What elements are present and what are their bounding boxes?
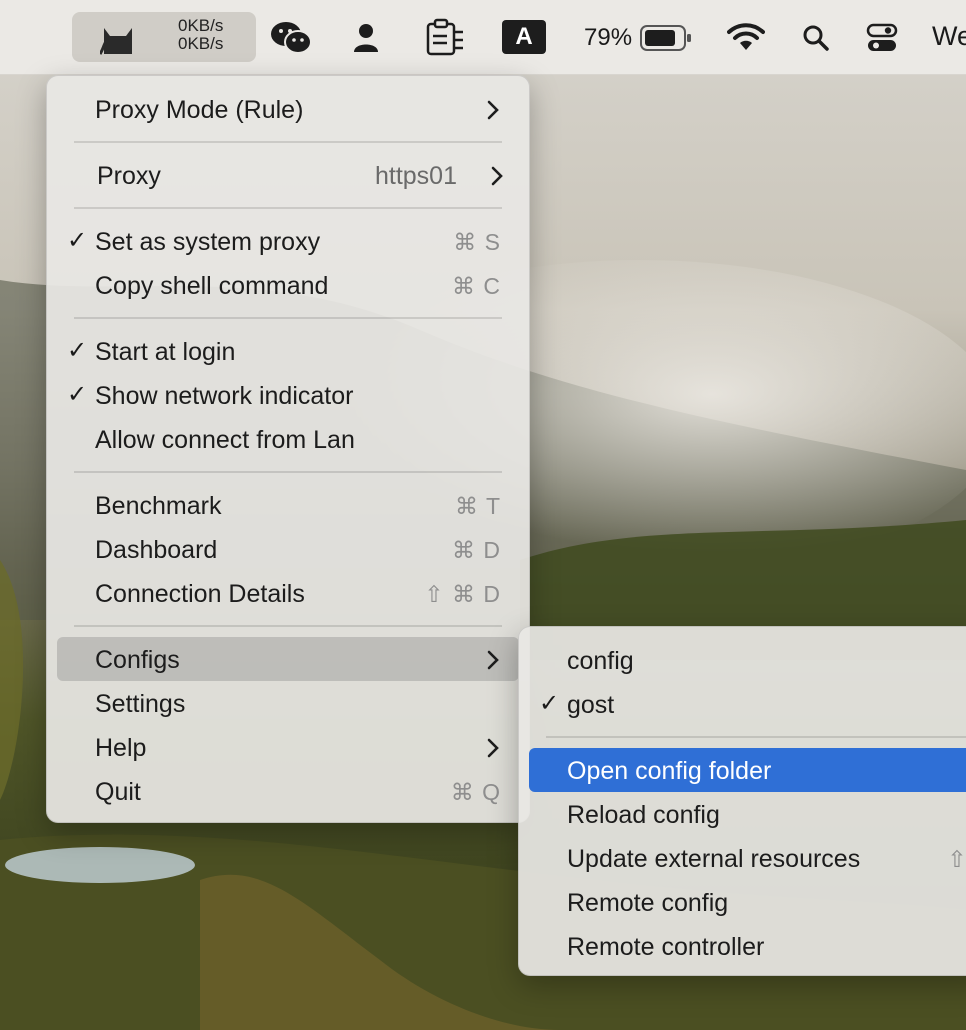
menu-item-label: Benchmark (95, 492, 222, 520)
submenu-item-remote-controller[interactable]: Remote controller (529, 924, 966, 968)
menu-item-label: config (567, 647, 634, 675)
menu-item-label: Set as system proxy (95, 228, 321, 256)
shortcut-label: ⌘ S (453, 229, 501, 255)
search-icon[interactable] (802, 24, 830, 52)
menu-item-label: gost (567, 691, 615, 719)
menu-item-label: Dashboard (95, 536, 218, 564)
menu-separator (74, 141, 502, 143)
menu-item-start-at-login[interactable]: ✓ Start at login (57, 329, 519, 373)
menu-item-label: Update external resources (567, 845, 861, 873)
input-source-icon[interactable]: A (502, 20, 546, 54)
menu-item-label: Configs (95, 646, 180, 674)
checkmark-icon: ✓ (67, 337, 88, 364)
menu-item-label: Reload config (567, 801, 720, 829)
chevron-right-icon (487, 100, 499, 120)
menu-item-help[interactable]: Help (57, 725, 519, 769)
upload-speed: 0KB/s (178, 16, 224, 35)
menu-item-proxy-mode[interactable]: Proxy Mode (Rule) (57, 87, 519, 131)
chevron-right-icon (487, 738, 499, 758)
menu-bar: 0KB/s 0KB/s A 79% We (0, 0, 966, 75)
menu-item-copy-shell-command[interactable]: Copy shell command ⌘ C (57, 263, 519, 307)
menu-item-label: Help (95, 734, 147, 762)
menu-item-quit[interactable]: Quit ⌘ Q (57, 769, 519, 813)
menu-separator (74, 317, 502, 319)
download-speed: 0KB/s (178, 34, 224, 53)
user-icon[interactable] (352, 22, 380, 54)
shortcut-label: ⌘ Q (450, 779, 501, 805)
menu-item-dashboard[interactable]: Dashboard ⌘ D (57, 527, 519, 571)
submenu-item-config[interactable]: config (529, 638, 966, 682)
shortcut-label: ⌘ T (454, 493, 501, 519)
shortcut-label: ⇧ ⌘ D (424, 581, 501, 607)
menu-item-connection-details[interactable]: Connection Details ⇧ ⌘ D (57, 571, 519, 615)
menu-item-label: Start at login (95, 338, 236, 366)
menu-item-label: Remote controller (567, 933, 765, 961)
menu-item-configs[interactable]: Configs (57, 637, 519, 681)
menu-item-show-network-indicator[interactable]: ✓ Show network indicator (57, 373, 519, 417)
app-dropdown-menu: Proxy Mode (Rule) Proxy https01 ✓ Set as… (46, 75, 530, 823)
submenu-item-remote-config[interactable]: Remote config (529, 880, 966, 924)
menu-separator (74, 207, 502, 209)
chevron-right-icon (491, 166, 503, 186)
checkmark-icon: ✓ (67, 381, 88, 408)
shortcut-label: ⇧ ⌘ (947, 846, 966, 872)
menu-item-label: Proxy Mode (Rule) (95, 96, 304, 124)
wifi-icon[interactable] (727, 22, 765, 52)
menu-item-label: Remote config (567, 889, 729, 917)
wechat-icon[interactable] (270, 20, 312, 56)
menu-item-set-system-proxy[interactable]: ✓ Set as system proxy ⌘ S (57, 219, 519, 263)
menu-separator (74, 625, 502, 627)
battery-icon[interactable] (640, 24, 692, 52)
menu-item-proxy[interactable]: Proxy https01 (57, 153, 519, 197)
menu-item-label: Quit (95, 778, 141, 806)
shortcut-label: ⌘ D (452, 537, 501, 563)
submenu-item-update-external-resources[interactable]: Update external resources ⇧ ⌘ (529, 836, 966, 880)
cat-app-icon[interactable] (100, 22, 136, 56)
checkmark-icon: ✓ (539, 690, 560, 717)
menu-separator (74, 471, 502, 473)
menu-item-label: Allow connect from Lan (95, 426, 355, 454)
control-center-icon[interactable] (866, 22, 898, 54)
menu-item-label: Connection Details (95, 580, 305, 608)
menu-item-label: Copy shell command (95, 272, 329, 300)
submenu-item-reload-config[interactable]: Reload config ⌘ (529, 792, 966, 836)
menu-item-allow-lan[interactable]: Allow connect from Lan (57, 417, 519, 461)
submenu-item-gost[interactable]: ✓ gost (529, 682, 966, 726)
submenu-item-open-config-folder[interactable]: Open config folder ⌘ (529, 748, 966, 792)
menu-separator (546, 736, 966, 738)
menu-item-label: Open config folder (567, 757, 772, 785)
proxy-value: https01 (374, 162, 457, 190)
shortcut-label: ⌘ C (452, 273, 501, 299)
configs-submenu: config ✓ gost Open config folder ⌘ Reloa… (518, 626, 966, 976)
menu-item-settings[interactable]: Settings (57, 681, 519, 725)
menu-item-label: Settings (95, 690, 186, 718)
menu-item-label: Proxy (97, 162, 161, 190)
chevron-right-icon (487, 650, 499, 670)
checkmark-icon: ✓ (67, 227, 88, 254)
battery-percent: 79% (584, 24, 633, 51)
network-speeds: 0KB/s 0KB/s (178, 17, 232, 53)
clock-text[interactable]: We (932, 21, 966, 52)
menu-item-benchmark[interactable]: Benchmark ⌘ T (57, 483, 519, 527)
menu-item-label: Show network indicator (95, 382, 354, 410)
clipboard-icon[interactable] (425, 18, 465, 56)
